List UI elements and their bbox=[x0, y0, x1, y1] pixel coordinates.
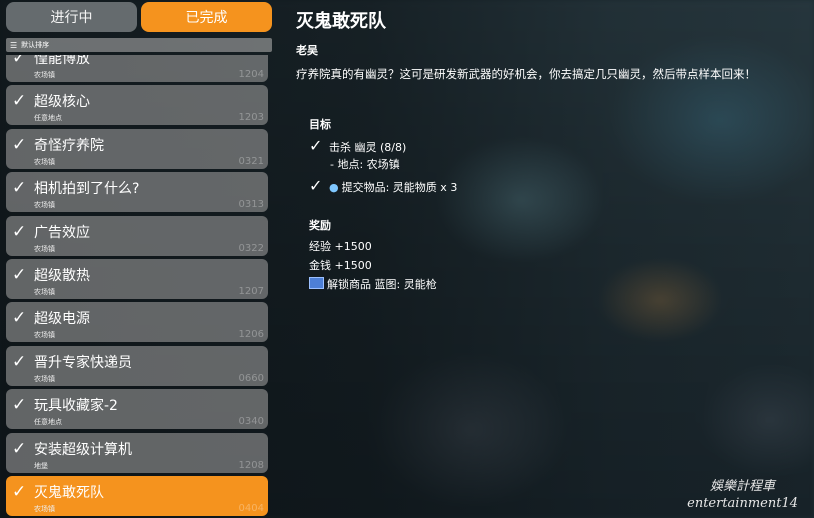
blueprint-icon bbox=[309, 277, 324, 289]
quest-card-number: 1207 bbox=[238, 286, 264, 297]
quest-card-number: 0660 bbox=[238, 372, 264, 384]
objective-location: - 地点: 农场镇 bbox=[330, 158, 400, 171]
quest-card-location: 地堡 bbox=[34, 461, 48, 470]
check-icon: ✓ bbox=[12, 438, 27, 459]
check-icon: ✓ bbox=[12, 265, 27, 285]
quest-card-number: 1203 bbox=[238, 112, 264, 124]
sort-dropdown[interactable]: ☰ 默认排序 bbox=[6, 38, 272, 52]
quest-card-title: 超级电源 bbox=[34, 311, 90, 328]
watermark: 娛樂計程車 entertainment14 bbox=[687, 478, 798, 512]
quest-card-location: 任意地点 bbox=[34, 114, 62, 123]
quest-card-location: 农场镇 bbox=[34, 374, 55, 383]
quest-card[interactable]: ✓ 玩具收藏家-2 任意地点 0340 bbox=[6, 389, 268, 430]
quest-card[interactable]: ✓ 奇怪疗养院农场镇 0321 bbox=[6, 128, 268, 169]
objective-text: 提交物品: 灵能物质 x 3 bbox=[341, 181, 458, 194]
reward-unlock: 解锁商品 蓝图: 灵能枪 bbox=[309, 276, 437, 292]
quest-list: ✓ 惶能博放 农场镇 1204 ✓ 超级核心 任意地点 1203 ✓ 奇怪疗养院 农场镇 0321 ✓ 相… bbox=[6, 55, 268, 518]
quest-card-location: 农场镇 bbox=[34, 157, 55, 166]
quest-list-panel: 进行中 已完成 ☰ 默认排序 ✓ 惶能博放农场镇 1204 ✓ 超级核心任意地点 1203… bbox=[0, 0, 276, 518]
quest-card-title: 玩具收藏家-2 bbox=[34, 398, 118, 415]
check-icon: ✓ bbox=[12, 55, 27, 68]
quest-card-number: 0404 bbox=[238, 503, 264, 514]
quest-card-number: 0313 bbox=[238, 199, 264, 211]
quest-card-title: 奇怪疗养院 bbox=[34, 137, 104, 154]
quest-card[interactable]: ✓ 安装超级计算机地堡 1208 bbox=[6, 432, 268, 473]
check-icon: ✓ bbox=[12, 351, 27, 372]
objective-row: ✓ 击杀 幽灵 (8/8) bbox=[309, 136, 406, 155]
quest-card-location: 农场镇 bbox=[34, 244, 55, 253]
objectives-header: 目标 bbox=[309, 118, 331, 131]
quest-card-location: 任意地点 bbox=[34, 418, 62, 427]
quest-giver: 老吴 bbox=[296, 44, 318, 57]
quest-card[interactable]: ✓ 超级核心任意地点 1203 bbox=[6, 85, 268, 126]
quest-card-location: 农场镇 bbox=[34, 71, 55, 79]
sort-label: 默认排序 bbox=[21, 41, 50, 49]
quest-card-number: 1204 bbox=[238, 69, 264, 80]
quest-card[interactable]: ✓ 广告效应农场镇 0322 bbox=[6, 215, 268, 256]
quest-card[interactable]: ✓ 超级散热农场镇 1207 bbox=[6, 259, 268, 299]
quest-card-number: 0321 bbox=[238, 155, 264, 167]
reward-exp: 经验 +1500 bbox=[309, 240, 372, 253]
quest-card[interactable]: ✓ 晋升专家快递员农场镇 0660 bbox=[6, 345, 268, 386]
check-icon: ✓ bbox=[12, 91, 27, 112]
check-icon: ✓ bbox=[12, 395, 27, 416]
check-icon: ✓ bbox=[12, 178, 27, 199]
quest-card-location: 农场镇 bbox=[34, 288, 55, 296]
quest-card-title: 相机拍到了什么? bbox=[34, 181, 140, 198]
quest-card-title: 超级核心 bbox=[34, 94, 90, 111]
quest-card-title: 惶能博放 bbox=[34, 55, 90, 67]
quest-card-title: 灭鬼敢死队 bbox=[34, 485, 104, 501]
quest-card[interactable]: ✓ 相机拍到了什么? 农场镇 0313 bbox=[6, 172, 268, 213]
check-icon: ✓ bbox=[12, 308, 27, 329]
quest-card-number: 0322 bbox=[238, 242, 264, 254]
quest-card-title: 安装超级计算机 bbox=[34, 441, 132, 458]
watermark-line1: 娛樂計程車 bbox=[710, 479, 776, 494]
quest-title: 灭鬼敢死队 bbox=[296, 11, 386, 32]
tab-in-progress[interactable]: 进行中 bbox=[6, 2, 137, 32]
watermark-line2: entertainment14 bbox=[687, 496, 798, 511]
quest-card-number: 0340 bbox=[238, 416, 264, 428]
check-icon: ✓ bbox=[309, 136, 323, 155]
check-icon: ✓ bbox=[309, 176, 323, 195]
quest-card-location: 农场镇 bbox=[34, 505, 55, 513]
sort-icon: ☰ bbox=[10, 40, 18, 50]
reward-unlock-text: 解锁商品 蓝图: 灵能枪 bbox=[327, 278, 437, 291]
quest-card[interactable]: ✓ 惶能博放农场镇 1204 bbox=[6, 55, 268, 82]
reward-money: 金钱 +1500 bbox=[309, 259, 372, 272]
quest-card-title: 广告效应 bbox=[34, 224, 90, 241]
quest-card[interactable]: ✓ 超级电源农场镇 1206 bbox=[6, 302, 268, 343]
quest-card-selected[interactable]: ✓ 灭鬼敢死队农场镇 0404 bbox=[6, 476, 268, 516]
check-icon: ✓ bbox=[12, 221, 27, 242]
ghost-matter-icon: ● bbox=[329, 181, 339, 194]
quest-description: 疗养院真的有幽灵？这可是研发新武器的好机会，你去搞定几只幽灵，然后带点样本回来！ bbox=[296, 67, 756, 81]
check-icon: ✓ bbox=[12, 134, 27, 155]
quest-card-title: 超级散热 bbox=[34, 268, 90, 284]
quest-tabs: 进行中 已完成 bbox=[6, 2, 272, 32]
quest-card-number: 1206 bbox=[238, 329, 264, 341]
quest-card-location: 农场镇 bbox=[34, 331, 55, 340]
objective-row: ✓ ● 提交物品: 灵能物质 x 3 bbox=[309, 176, 457, 195]
tab-completed[interactable]: 已完成 bbox=[141, 2, 272, 32]
rewards-header: 奖励 bbox=[309, 219, 331, 232]
quest-card-location: 农场镇 bbox=[34, 201, 55, 210]
quest-card-title: 晋升专家快递员 bbox=[34, 354, 132, 371]
quest-card-number: 1208 bbox=[238, 459, 264, 471]
check-icon: ✓ bbox=[12, 482, 27, 502]
objective-text: 击杀 幽灵 (8/8) bbox=[329, 141, 407, 154]
